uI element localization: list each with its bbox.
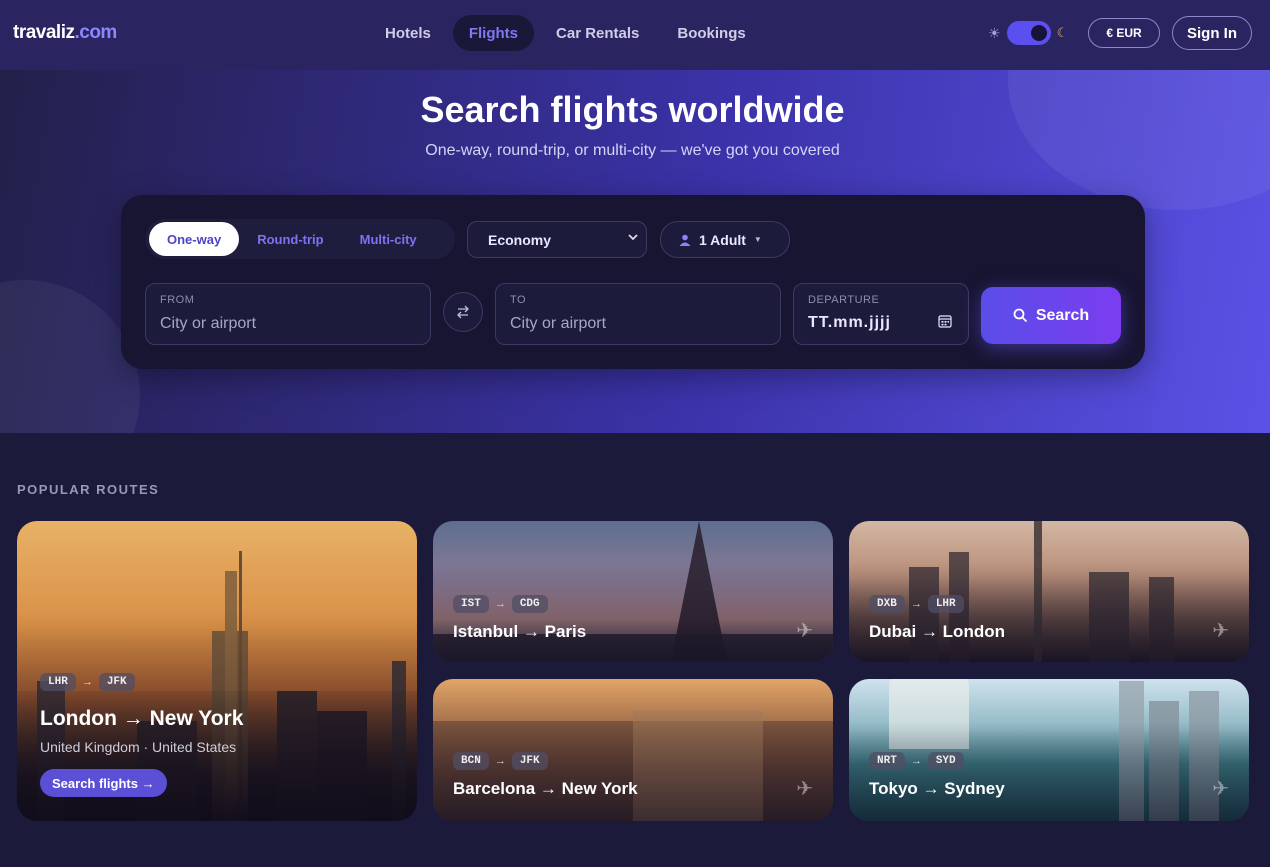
swap-icon <box>457 305 469 319</box>
currency-button[interactable]: € EUR <box>1088 18 1160 48</box>
nav-flights[interactable]: Flights <box>452 15 535 51</box>
caret-down-icon: ▼ <box>753 235 762 244</box>
trip-multi-city[interactable]: Multi-city <box>342 222 435 256</box>
theme-toggle[interactable] <box>1006 21 1051 45</box>
user-icon <box>679 234 691 246</box>
route-codes: IST → CDG <box>453 595 548 613</box>
departure-label: DEPARTURE <box>808 294 880 306</box>
destination-code: LHR <box>927 595 964 613</box>
swap-button[interactable] <box>443 292 483 332</box>
trip-round-trip[interactable]: Round-trip <box>239 222 341 256</box>
destination-code: JFK <box>511 752 548 770</box>
origin-code: NRT <box>869 752 905 770</box>
origin-code: IST <box>453 595 489 613</box>
arrow-right-icon: → <box>494 598 506 610</box>
brand-name: travaliz <box>13 22 75 43</box>
sun-icon: ☀ <box>988 24 1001 41</box>
origin-code: DXB <box>869 595 905 613</box>
plane-icon: ✈ <box>1212 620 1229 642</box>
hero-section: Search flights worldwide One-way, round-… <box>0 70 1270 433</box>
route-title: Barcelona → New York <box>453 779 638 798</box>
route-codes: NRT → SYD <box>869 752 964 770</box>
popular-routes-heading: POPULAR ROUTES <box>17 482 160 497</box>
plane-icon: ✈ <box>796 620 813 642</box>
route-codes: LHR → JFK <box>40 673 135 691</box>
arrow-right-icon: → <box>910 598 922 610</box>
route-title: Tokyo → Sydney <box>869 779 1005 798</box>
arrow-right-icon: → <box>81 676 93 688</box>
brand-domain: .com <box>74 22 117 43</box>
trip-one-way[interactable]: One-way <box>149 222 240 256</box>
route-codes: BCN → JFK <box>453 752 548 770</box>
brand-logo[interactable]: travaliz.com <box>13 22 117 44</box>
destination-code: JFK <box>98 673 135 691</box>
route-countries: United Kingdom · United States <box>40 739 237 755</box>
plane-icon: ✈ <box>796 778 813 800</box>
hero-title: Search flights worldwide <box>420 89 845 130</box>
theme-switcher: ☀ ☾ <box>988 21 1068 45</box>
hero-subtitle: One-way, round-trip, or multi-city — we'… <box>425 142 840 159</box>
to-field[interactable]: TO City or airport <box>495 283 781 345</box>
to-label: TO <box>510 294 527 306</box>
route-codes: DXB → LHR <box>869 595 964 613</box>
cabin-value: Economy <box>488 231 552 248</box>
route-card-istanbul-paris[interactable]: IST → CDG Istanbul → Paris ✈ <box>433 521 833 662</box>
origin-code: BCN <box>453 752 489 770</box>
nav-hotels[interactable]: Hotels <box>369 15 447 51</box>
route-card-tokyo-sydney[interactable]: NRT → SYD Tokyo → Sydney ✈ <box>849 679 1249 821</box>
search-icon <box>1013 308 1027 323</box>
route-title: London → New York <box>40 707 244 730</box>
cabin-select[interactable]: Economy <box>467 221 647 258</box>
from-field[interactable]: FROM City or airport <box>145 283 431 345</box>
passengers-value: 1 Adult <box>699 231 746 248</box>
search-panel: One-way Round-trip Multi-city Economy 1 … <box>121 195 1145 369</box>
arrow-right-icon: → <box>910 755 922 767</box>
arrow-right-icon: → <box>494 755 506 767</box>
route-card-dubai-london[interactable]: DXB → LHR Dubai → London ✈ <box>849 521 1249 662</box>
nav-car-rentals[interactable]: Car Rentals <box>540 15 655 51</box>
nav-bookings[interactable]: Bookings <box>661 15 761 51</box>
search-button[interactable]: Search <box>981 287 1121 344</box>
passengers-select[interactable]: 1 Adult ▼ <box>660 221 790 258</box>
destination-code: SYD <box>927 752 964 770</box>
search-flights-button[interactable]: Search flights → <box>40 769 167 797</box>
top-navbar: travaliz.com Hotels Flights Car Rentals … <box>0 0 1270 70</box>
toggle-knob <box>1030 25 1047 41</box>
plane-icon: ✈ <box>1212 778 1229 800</box>
moon-icon: ☾ <box>1056 25 1069 40</box>
calendar-icon[interactable] <box>938 314 952 328</box>
chevron-down-icon <box>628 232 638 245</box>
route-card-featured[interactable]: LHR → JFK London → New York United Kingd… <box>17 521 417 821</box>
departure-field[interactable]: DEPARTURE TT.mm.jjjj <box>793 283 969 345</box>
from-label: FROM <box>160 294 195 306</box>
destination-code: CDG <box>511 595 548 613</box>
nav-links: Hotels Flights Car Rentals Bookings <box>369 15 768 51</box>
sign-in-button[interactable]: Sign In <box>1172 16 1252 50</box>
route-title: Istanbul → Paris <box>453 622 587 641</box>
decor-circle <box>0 280 140 433</box>
route-title: Dubai → London <box>869 622 1005 641</box>
from-input[interactable]: City or airport <box>160 315 256 333</box>
route-card-barcelona-new-york[interactable]: BCN → JFK Barcelona → New York ✈ <box>433 679 833 821</box>
departure-input[interactable]: TT.mm.jjjj <box>808 314 891 332</box>
card-overlay <box>849 679 1249 821</box>
search-button-label: Search <box>1035 306 1090 324</box>
trip-type-selector: One-way Round-trip Multi-city <box>145 219 455 259</box>
to-input[interactable]: City or airport <box>510 315 606 333</box>
origin-code: LHR <box>40 673 76 691</box>
card-overlay <box>433 679 833 821</box>
